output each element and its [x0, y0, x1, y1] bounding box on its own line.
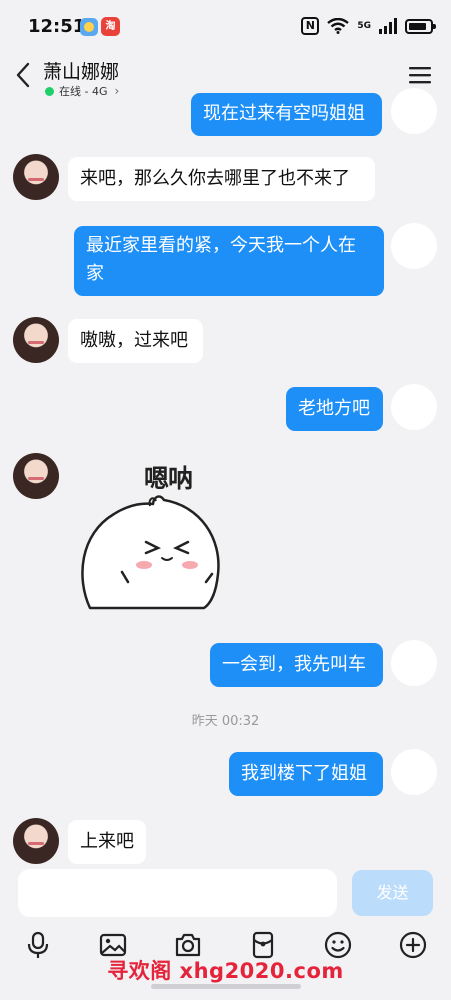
- message-input[interactable]: [18, 869, 337, 917]
- message-line: 家: [86, 263, 104, 284]
- home-indicator[interactable]: [151, 984, 301, 989]
- network-type: 5G: [357, 20, 371, 31]
- chevron-right-icon: ›: [114, 84, 120, 98]
- message-bubble-outgoing[interactable]: 现在过来有空吗姐姐: [191, 93, 382, 136]
- message-composer: 发送: [0, 864, 451, 924]
- message-bubble-incoming[interactable]: 来吧，那么久你去哪里了也不来了: [68, 157, 375, 201]
- back-icon[interactable]: [12, 60, 36, 90]
- online-dot-icon: [45, 86, 54, 96]
- message-bubble-outgoing[interactable]: 我到楼下了姐姐: [229, 752, 383, 796]
- signal-icon: [379, 18, 397, 34]
- my-avatar[interactable]: [391, 88, 437, 134]
- nfc-icon: N: [301, 17, 320, 35]
- watermark-text: 寻欢阁 xhg2020.com: [107, 959, 344, 983]
- contact-avatar[interactable]: [13, 818, 59, 864]
- message-bubble-incoming[interactable]: 嗷嗷，过来吧: [68, 319, 203, 363]
- contact-name[interactable]: 萧山娜娜: [43, 57, 119, 84]
- battery-icon: [405, 18, 436, 34]
- blob-smile-sticker-icon[interactable]: [78, 490, 223, 615]
- message-bubble-outgoing[interactable]: 一会到，我先叫车: [210, 643, 383, 687]
- taobao-app-icon: 淘: [101, 17, 120, 36]
- presence-text: 在线 - 4G: [59, 85, 108, 98]
- message-bubble-incoming[interactable]: 上来吧: [68, 820, 146, 864]
- wifi-icon: [327, 18, 350, 34]
- menu-icon[interactable]: [409, 66, 431, 84]
- my-avatar[interactable]: [391, 223, 437, 269]
- chat-screen: 12:51 淘 N 5G 萧山娜娜 在线 - 4G › 现在过来有空吗姐姐 来吧…: [0, 0, 451, 1000]
- presence-status[interactable]: 在线 - 4G ›: [45, 83, 119, 99]
- message-bubble-outgoing[interactable]: 老地方吧: [286, 387, 383, 431]
- contact-avatar[interactable]: [13, 453, 59, 499]
- contact-avatar[interactable]: [13, 317, 59, 363]
- status-indicators: N 5G: [301, 15, 436, 37]
- message-line: 最近家里看的紧，今天我一个人在: [86, 235, 356, 256]
- weather-app-icon: [80, 18, 98, 36]
- send-button[interactable]: 发送: [352, 870, 433, 916]
- message-timestamp: 昨天 00:32: [191, 714, 260, 729]
- contact-avatar[interactable]: [13, 154, 59, 200]
- my-avatar[interactable]: [391, 640, 437, 686]
- status-time: 12:51: [28, 16, 86, 37]
- status-bar: 12:51 淘 N 5G: [0, 0, 451, 52]
- message-bubble-outgoing[interactable]: 最近家里看的紧，今天我一个人在 家: [74, 226, 384, 296]
- my-avatar[interactable]: [391, 384, 437, 430]
- my-avatar[interactable]: [391, 749, 437, 795]
- message-list[interactable]: 现在过来有空吗姐姐 来吧，那么久你去哪里了也不来了 最近家里看的紧，今天我一个人…: [0, 88, 451, 864]
